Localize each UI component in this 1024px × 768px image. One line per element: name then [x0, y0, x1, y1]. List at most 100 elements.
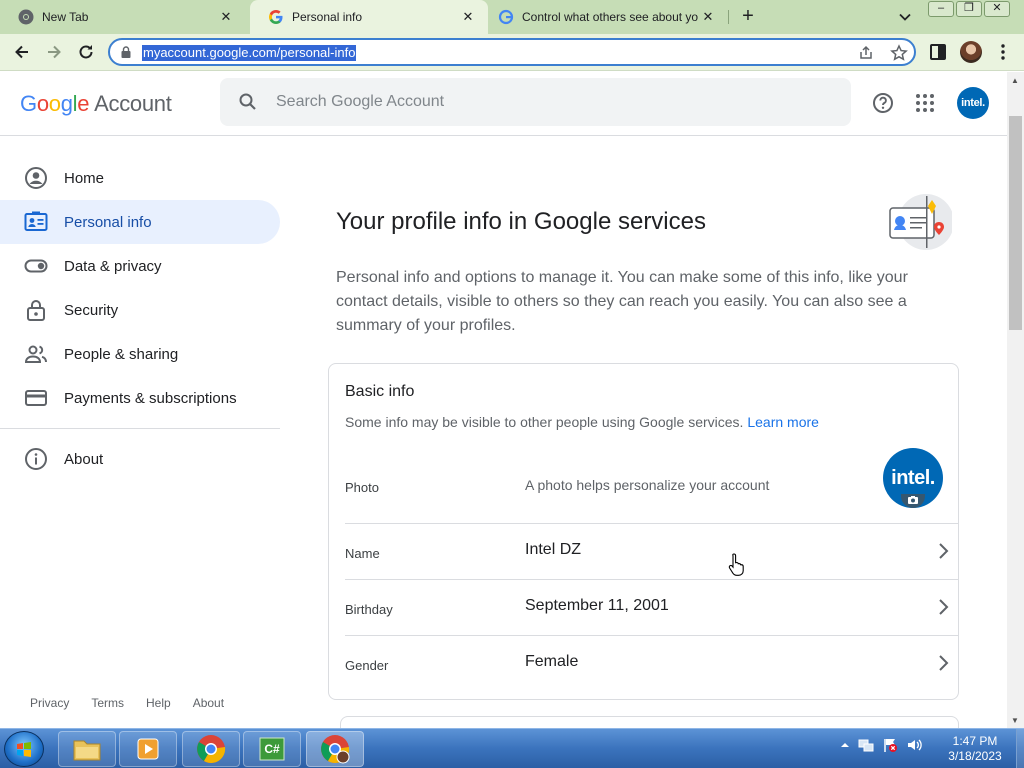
camera-icon[interactable] [901, 494, 925, 508]
taskbar-file-explorer[interactable] [58, 731, 116, 767]
share-icon[interactable] [858, 45, 874, 61]
chevron-right-icon[interactable] [937, 654, 949, 672]
tab-close-button[interactable]: ✕ [218, 9, 234, 25]
photo-row[interactable]: Photo A photo helps personalize your acc… [345, 444, 959, 524]
csharp-icon: C# [259, 737, 285, 761]
more-menu-icon[interactable] [993, 42, 1013, 62]
taskbar-clock[interactable]: 1:47 PM 3/18/2023 [940, 734, 1010, 764]
birthday-row[interactable]: Birthday September 11, 2001 [345, 580, 959, 636]
url-text[interactable]: myaccount.google.com/personal-info [142, 45, 357, 61]
account-avatar[interactable]: intel. [957, 87, 989, 119]
toggle-icon [24, 259, 48, 273]
taskbar-csharp[interactable]: C# [243, 731, 301, 767]
info-icon [25, 448, 47, 470]
start-button[interactable] [4, 731, 44, 767]
help-icon[interactable] [872, 92, 894, 114]
row-label: Name [345, 546, 380, 561]
basic-info-card: Basic info Some info may be visible to o… [328, 363, 959, 700]
search-icon[interactable] [238, 92, 258, 112]
sidebar-item-label: Payments & subscriptions [64, 389, 237, 407]
reload-icon[interactable] [76, 42, 96, 62]
google-account-header: GoogleAccount intel. [0, 72, 1007, 136]
apps-grid-icon[interactable] [915, 93, 935, 113]
sidebar-item-payments-subscriptions[interactable]: Payments & subscriptions [0, 376, 280, 420]
page-content: GoogleAccount intel. [0, 72, 1007, 728]
clock-date: 3/18/2023 [948, 749, 1002, 763]
side-panel-icon[interactable] [928, 42, 948, 62]
network-icon[interactable] [858, 737, 874, 753]
sidebar-item-data-privacy[interactable]: Data & privacy [0, 244, 280, 288]
tab-title: New Tab [42, 10, 89, 24]
sidebar-divider [0, 428, 280, 429]
hand-cursor-icon [728, 553, 744, 576]
profile-avatar-icon[interactable] [960, 41, 982, 63]
forward-arrow-icon[interactable] [44, 42, 64, 62]
page-title: Your profile info in Google services [336, 208, 706, 235]
window-controls: – ❐ ✕ [928, 1, 1012, 17]
tab-close-button[interactable]: ✕ [700, 9, 716, 25]
lock-icon[interactable] [121, 46, 131, 58]
back-arrow-icon[interactable] [12, 42, 32, 62]
name-row[interactable]: Name Intel DZ [345, 524, 959, 580]
sidebar-item-security[interactable]: Security [0, 288, 280, 332]
sidebar-item-home[interactable]: Home [0, 156, 280, 200]
tab-control-what-others-see[interactable]: Control what others see about yo ✕ [488, 0, 728, 34]
row-label: Birthday [345, 602, 393, 617]
tab-separator [728, 10, 729, 24]
sidebar-item-label: Home [64, 169, 105, 187]
new-tab-button[interactable]: + [737, 6, 759, 28]
chevron-right-icon[interactable] [937, 598, 949, 616]
page-description: Personal info and options to manage it. … [336, 269, 908, 334]
address-bar[interactable]: myaccount.google.com/personal-info [108, 38, 916, 66]
system-tray [840, 737, 922, 753]
footer-link-help[interactable]: Help [146, 696, 171, 710]
star-icon[interactable] [890, 44, 908, 62]
row-value: Female [525, 653, 579, 670]
volume-icon[interactable] [906, 737, 922, 753]
tray-expand-arrow-icon[interactable] [840, 737, 850, 753]
restore-button[interactable]: ❐ [956, 1, 982, 17]
close-window-button[interactable]: ✕ [984, 1, 1010, 17]
footer-link-terms[interactable]: Terms [91, 696, 124, 710]
sidebar-item-label: Data & privacy [64, 257, 162, 275]
google-g-icon [269, 10, 283, 24]
profile-card-illustration-icon [889, 194, 952, 250]
action-center-flag-icon[interactable] [882, 737, 898, 753]
lock-icon [27, 300, 45, 321]
chrome-icon [18, 9, 34, 25]
chevron-down-icon[interactable] [896, 8, 914, 26]
minimize-button[interactable]: – [928, 1, 954, 17]
search-bar[interactable] [220, 78, 851, 126]
scrollbar-thumb[interactable] [1009, 116, 1022, 330]
sidebar-item-personal-info[interactable]: Personal info [0, 200, 280, 244]
card-title: Basic info [345, 383, 415, 400]
show-desktop-button[interactable] [1016, 729, 1024, 768]
search-input[interactable] [276, 90, 816, 114]
footer-link-about[interactable]: About [193, 696, 224, 710]
sidebar-item-about[interactable]: About [0, 437, 280, 481]
page-scrollbar[interactable]: ▲ ▼ [1007, 72, 1024, 728]
chevron-right-icon[interactable] [937, 542, 949, 560]
next-card-edge [340, 716, 959, 728]
learn-more-link[interactable]: Learn more [747, 414, 819, 430]
sidebar-nav: Home Personal info Data & privacy Securi… [0, 156, 280, 481]
sidebar-item-label: Security [64, 301, 119, 319]
taskbar-chrome[interactable] [182, 731, 240, 767]
people-icon [24, 345, 47, 363]
card-subtitle: Some info may be visible to other people… [345, 414, 819, 430]
gender-row[interactable]: Gender Female [345, 636, 959, 692]
google-account-logo[interactable]: Google Account [20, 91, 172, 117]
tab-close-button[interactable]: ✕ [460, 9, 476, 25]
tab-new-tab[interactable]: New Tab ✕ [0, 0, 246, 34]
google-g-icon [498, 9, 514, 25]
windows-taskbar: C# 1:47 PM 3/18/2023 [0, 728, 1024, 768]
sidebar-item-people-sharing[interactable]: People & sharing [0, 332, 280, 376]
windows-logo-icon [17, 742, 31, 757]
footer-link-privacy[interactable]: Privacy [30, 696, 69, 710]
scroll-up-arrow-icon[interactable]: ▲ [1011, 76, 1019, 85]
tab-personal-info[interactable]: Personal info ✕ [250, 0, 488, 34]
taskbar-chrome-active[interactable] [306, 731, 364, 767]
taskbar-media-player[interactable] [119, 731, 177, 767]
sidebar-item-label: Personal info [64, 213, 152, 231]
scroll-down-arrow-icon[interactable]: ▼ [1011, 716, 1019, 725]
